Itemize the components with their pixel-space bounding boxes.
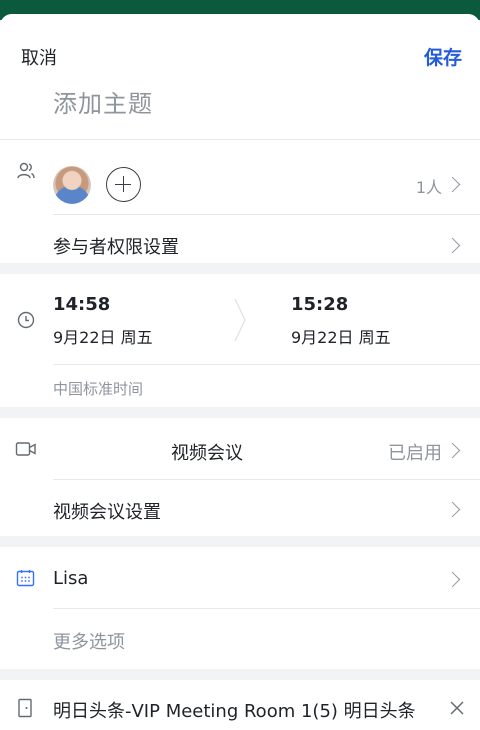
start-time[interactable]: 14:58 <box>53 294 110 315</box>
divider <box>53 608 480 609</box>
close-icon[interactable] <box>450 701 464 715</box>
save-button[interactable]: 保存 <box>424 43 462 70</box>
divider <box>53 364 480 365</box>
cancel-button[interactable]: 取消 <box>21 44 57 70</box>
video-meeting-card: 视频会议 已启用 视频会议设置 <box>0 418 480 536</box>
participants-card: 1人 参与者权限设置 <box>0 139 480 263</box>
add-participant-button[interactable] <box>106 167 141 202</box>
end-date[interactable]: 9月22日 周五 <box>291 324 391 348</box>
video-meeting-status[interactable]: 已启用 <box>388 439 442 465</box>
divider <box>0 139 480 140</box>
room-door-icon <box>18 698 32 718</box>
video-camera-icon <box>15 442 36 456</box>
video-meeting-title: 视频会议 <box>171 443 243 464</box>
video-meeting-settings-item[interactable]: 视频会议设置 <box>53 498 161 524</box>
calendar-card: Lisa 更多选项 <box>0 547 480 669</box>
end-time[interactable]: 15:28 <box>291 294 348 315</box>
chevron-right-icon <box>444 501 461 518</box>
divider <box>53 214 480 215</box>
chevron-right-icon <box>444 176 461 193</box>
divider <box>53 479 480 480</box>
participants-icon <box>17 162 35 179</box>
time-card: 14:58 9月22日 周五 15:28 9月22日 周五 中国标准时间 <box>0 274 480 407</box>
start-date[interactable]: 9月22日 周五 <box>53 324 153 348</box>
subject-input[interactable]: 添加主题 <box>53 84 153 119</box>
participant-count[interactable]: 1人 <box>416 174 442 198</box>
more-options-item[interactable]: 更多选项 <box>53 628 125 654</box>
calendar-icon <box>16 570 35 587</box>
header-card: 取消 保存 添加主题 <box>0 14 480 140</box>
chevron-right-icon <box>444 237 461 254</box>
event-editor-sheet: 取消 保存 添加主题 1人 参与者权限设置 14:58 9月22日 周五 15:… <box>0 14 480 730</box>
meeting-room-card: 明日头条-VIP Meeting Room 1(5) 明日头条 <box>0 680 480 730</box>
chevron-right-icon <box>444 442 461 459</box>
avatar[interactable] <box>53 166 91 204</box>
calendar-owner[interactable]: Lisa <box>53 568 88 589</box>
participant-permission-item[interactable]: 参与者权限设置 <box>53 233 179 259</box>
time-range-arrow-icon <box>234 298 246 342</box>
timezone-label[interactable]: 中国标准时间 <box>53 378 143 399</box>
chevron-right-icon <box>444 571 461 588</box>
meeting-room-name[interactable]: 明日头条-VIP Meeting Room 1(5) 明日头条 <box>53 697 416 723</box>
clock-icon <box>17 311 35 329</box>
